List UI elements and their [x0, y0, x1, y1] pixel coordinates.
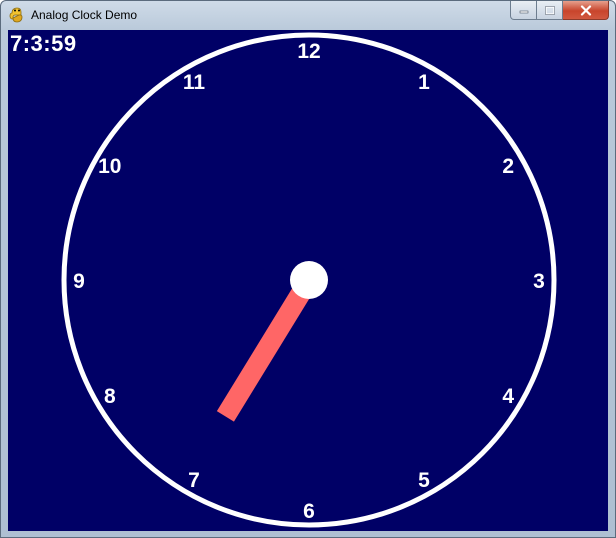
analog-clock: 121234567891011 — [61, 32, 557, 528]
title-bar[interactable]: Analog Clock Demo — [1, 1, 615, 29]
caption-buttons — [510, 1, 609, 21]
digital-time-readout: 7:3:59 — [10, 31, 77, 56]
clock-numeral: 11 — [183, 71, 206, 94]
maximize-icon — [544, 5, 555, 15]
clock-numeral: 2 — [502, 155, 514, 178]
maximize-button[interactable] — [537, 1, 563, 20]
python-icon — [9, 7, 23, 23]
clock-canvas: 12 1 2 3 4 5 6 7 8 9 10 11 7:3:59 — [8, 30, 608, 531]
clock-numeral: 4 — [502, 385, 514, 408]
clock-numeral: 3 — [533, 270, 545, 293]
hour-hand — [216, 274, 318, 422]
clock-numeral: 7 — [188, 469, 200, 492]
close-icon — [580, 4, 591, 16]
clock-numeral: 12 — [297, 40, 320, 63]
clock-numeral: 6 — [303, 500, 315, 523]
clock-numeral: 8 — [104, 385, 116, 408]
clock-numeral: 1 — [418, 71, 430, 94]
clock-numeral: 5 — [418, 469, 430, 492]
window-title: Analog Clock Demo — [31, 8, 138, 22]
minimize-icon — [519, 10, 528, 14]
app-window: Analog Clock Demo 12 1 2 3 4 5 6 7 8 9 1… — [0, 0, 616, 538]
minimize-button[interactable] — [510, 1, 537, 20]
clock-hub — [290, 261, 328, 299]
clock-numeral: 10 — [98, 155, 121, 178]
close-button[interactable] — [563, 1, 609, 20]
clock-numeral: 9 — [73, 270, 85, 293]
